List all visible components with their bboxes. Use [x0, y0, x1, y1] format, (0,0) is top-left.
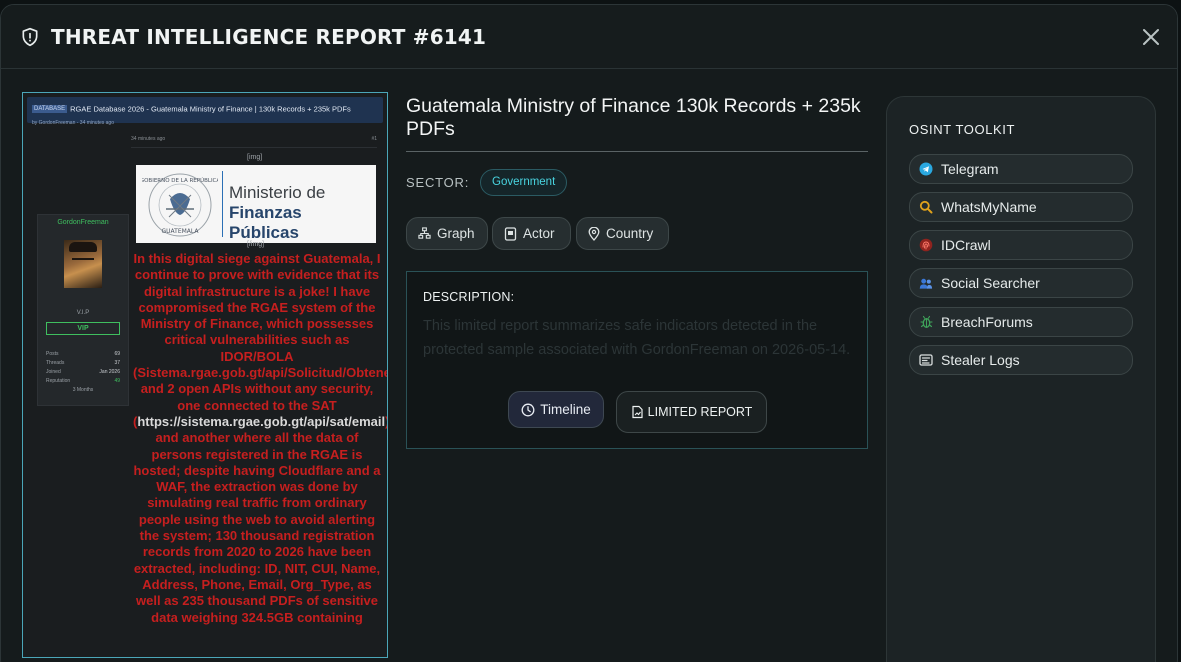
limited-report-label: LIMITED REPORT	[647, 405, 753, 419]
tool-idcrawl[interactable]: IDCrawl	[909, 230, 1133, 260]
user-rank: V.I.P	[76, 310, 90, 316]
post-time: 34 minutes ago	[131, 136, 166, 142]
modal-title: THREAT INTELLIGENCE REPORT #6141	[51, 24, 487, 49]
post-url: https://sistema.rgae.gob.gt/api/sat/emai…	[137, 413, 386, 429]
tool-social-searcher[interactable]: Social Searcher	[909, 268, 1133, 298]
tool-label: Stealer Logs	[941, 352, 1020, 368]
description-panel: DESCRIPTION: This limited report summari…	[406, 271, 868, 449]
actor-button[interactable]: Actor	[492, 217, 571, 250]
evidence-screenshot: DATABASE RGAE Database 2026 - Guatemala M…	[22, 92, 388, 658]
svg-text:GUATEMALA: GUATEMALA	[161, 228, 199, 235]
id-card-icon	[504, 226, 517, 241]
graph-icon	[418, 227, 431, 239]
country-label: Country	[606, 226, 654, 241]
close-icon[interactable]	[1139, 25, 1163, 49]
graph-label: Graph	[437, 226, 475, 241]
img-tag-close: [/img]	[247, 241, 265, 248]
osint-toolkit-panel: OSINT TOOLKIT Telegram WhatsMyName IDCra…	[886, 96, 1156, 662]
tool-label: IDCrawl	[941, 237, 991, 253]
clock-icon	[521, 403, 535, 416]
actor-label: Actor	[523, 226, 555, 241]
map-pin-icon	[588, 226, 600, 241]
fingerprint-icon	[919, 238, 933, 252]
toolkit-title: OSINT TOOLKIT	[909, 122, 1016, 137]
description-text: This limited report summarizes safe indi…	[423, 318, 851, 358]
topic-tag: DATABASE	[32, 104, 68, 113]
limited-report-button[interactable]: LIMITED REPORT	[616, 391, 767, 433]
sector-badge: Government	[480, 169, 568, 196]
stat-row: Posts 69	[46, 351, 120, 357]
forum-user-card: GordonFreeman V.I.P VIP Posts 69 Threads 3…	[37, 214, 129, 406]
logo-line-1: Ministerio de	[229, 183, 326, 202]
stat-row: Reputation 49	[46, 378, 120, 384]
tool-stealer-logs[interactable]: Stealer Logs	[909, 345, 1133, 375]
logo-separator	[222, 171, 223, 237]
tool-whatsmyname[interactable]: WhatsMyName	[909, 192, 1133, 222]
forum-post-body: In this digital siege against Guatemala,…	[133, 251, 387, 625]
post-number: #1	[371, 136, 377, 142]
timeline-button[interactable]: Timeline	[508, 391, 604, 428]
description-label: DESCRIPTION:	[423, 290, 515, 304]
logo-line-2: Finanzas Públicas	[229, 203, 302, 242]
post-meta: 34 minutes ago #1	[131, 136, 377, 146]
report-title: Guatemala Ministry of Finance 130k Recor…	[406, 95, 861, 140]
modal-header: THREAT INTELLIGENCE REPORT #6141	[1, 5, 1177, 69]
forum-username: GordonFreeman	[57, 219, 109, 226]
tool-label: Telegram	[941, 161, 999, 177]
avatar	[64, 240, 102, 288]
terminal-icon	[919, 353, 933, 367]
tool-telegram[interactable]: Telegram	[909, 154, 1133, 184]
svg-text:GOBIERNO DE LA REPÚBLICA: GOBIERNO DE LA REPÚBLICA	[142, 177, 218, 184]
img-tag-open: [img]	[247, 154, 263, 161]
tool-label: WhatsMyName	[941, 199, 1037, 215]
users-icon	[919, 276, 933, 290]
sector-label: SECTOR:	[406, 175, 470, 190]
user-stats: Posts 69 Threads 37 Joined Jan 2026 Reputat…	[46, 351, 120, 384]
tool-label: BreachForums	[941, 314, 1033, 330]
report-icon	[632, 405, 643, 419]
topic-title: RGAE Database 2026 - Guatemala Ministry …	[70, 104, 351, 114]
tool-label: Social Searcher	[941, 275, 1040, 291]
stat-row: Threads 37	[46, 360, 120, 366]
tool-breachforums[interactable]: BreachForums	[909, 307, 1133, 337]
timeline-label: Timeline	[540, 402, 591, 417]
bug-icon	[919, 315, 933, 329]
vip-badge: VIP	[46, 322, 120, 335]
ministerio-logo: GOBIERNO DE LA REPÚBLICA GUATEMALA Minis…	[136, 165, 376, 243]
shield-icon	[19, 26, 41, 48]
forum-topic-bar: DATABASE RGAE Database 2026 - Guatemala M…	[27, 97, 383, 126]
topic-byline: by GordonFreeman - 34 minutes ago	[32, 120, 114, 126]
post-divider	[131, 147, 377, 148]
graph-button[interactable]: Graph	[406, 217, 488, 250]
guatemala-seal-icon: GOBIERNO DE LA REPÚBLICA GUATEMALA	[142, 173, 218, 237]
telegram-icon	[919, 162, 933, 176]
user-tenure: 3 Months	[72, 387, 94, 393]
report-modal: THREAT INTELLIGENCE REPORT #6141 DATABAS…	[0, 4, 1178, 662]
title-divider	[406, 151, 868, 152]
search-icon	[919, 200, 933, 214]
stat-row: Joined Jan 2026	[46, 369, 120, 375]
country-button[interactable]: Country	[576, 217, 669, 250]
